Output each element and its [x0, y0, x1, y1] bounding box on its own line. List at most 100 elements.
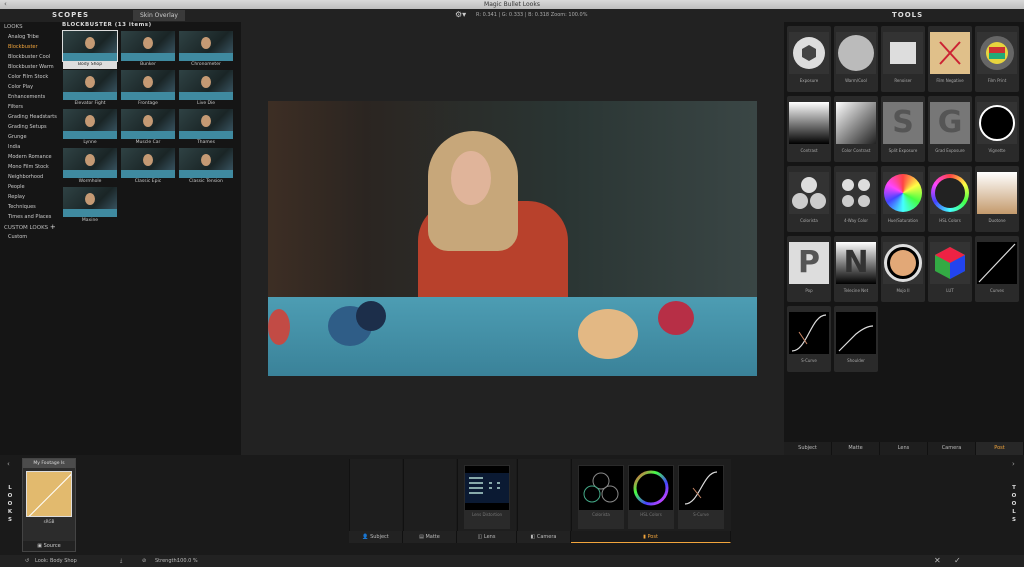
category-item[interactable]: Modern Romance — [0, 152, 60, 162]
category-item[interactable]: Blockbuster — [0, 42, 60, 52]
look-thumbnail[interactable]: Wormhole — [63, 148, 117, 186]
tool-category-tabs: Subject Matte Lens Camera Post — [784, 442, 1024, 455]
category-item[interactable]: Analog Tribe — [0, 32, 60, 42]
stack-tab[interactable]: ◧ Camera — [517, 531, 571, 543]
tool-label: Pop — [805, 288, 813, 293]
hsl-colors-icon — [930, 172, 970, 214]
side-letter: O — [1011, 501, 1017, 507]
look-preview-image — [121, 31, 175, 61]
look-thumbnail[interactable]: Lynne — [63, 109, 117, 147]
film-print-icon — [977, 32, 1017, 74]
stack-tab[interactable]: ◫ Lens — [457, 531, 517, 543]
tool-s-curve[interactable]: S-Curve — [787, 306, 831, 372]
tool-color-contrast[interactable]: Color Contrast — [834, 96, 878, 162]
footage-source-card[interactable]: My Footage Is sRGB ▣ Source — [22, 458, 76, 552]
tools-label: TOOLS — [892, 11, 924, 19]
category-item[interactable]: Mono Film Stock — [0, 162, 60, 172]
contrast-icon — [789, 102, 829, 144]
tools-side-tab[interactable]: › TOOLS — [1004, 455, 1024, 555]
save-look-icon[interactable]: ⤓ — [120, 555, 122, 567]
stack-tool-s-curve[interactable]: S-Curve — [678, 465, 724, 529]
stack-tool-lens-distortion[interactable]: Lens Distortion — [464, 465, 510, 529]
category-item[interactable]: Grunge — [0, 132, 60, 142]
look-thumbnail[interactable]: Muscle Car — [121, 109, 175, 147]
category-item[interactable]: Filters — [0, 102, 60, 112]
tool-film-negative[interactable]: Film Negative — [928, 26, 972, 92]
look-thumbnail[interactable]: Classic Epic — [121, 148, 175, 186]
category-item[interactable]: Color Film Stock — [0, 72, 60, 82]
reset-icon[interactable]: ↺ — [25, 555, 29, 567]
tool-mojo[interactable]: Mojo II — [881, 236, 925, 302]
category-item[interactable]: Blockbuster Cool — [0, 52, 60, 62]
tool-tab[interactable]: Camera — [928, 442, 976, 455]
tool-grad-exposure[interactable]: G Grad Exposure — [928, 96, 972, 162]
tool-curves[interactable]: Curves — [975, 236, 1019, 302]
tool-tab[interactable]: Matte — [832, 442, 880, 455]
source-button[interactable]: ▣ Source — [23, 541, 75, 551]
cancel-icon[interactable]: ✕ — [934, 555, 941, 567]
stack-tool-colorista[interactable]: Colorista — [578, 465, 624, 529]
look-thumbnail[interactable]: Elevator Fight — [63, 70, 117, 108]
category-item[interactable]: Color Play — [0, 82, 60, 92]
add-custom-look-icon[interactable]: + — [50, 223, 56, 231]
tool-label: Mojo II — [896, 288, 910, 293]
look-thumbnail[interactable]: Chronometer — [179, 31, 233, 69]
tool-tab[interactable]: Lens — [880, 442, 928, 455]
category-item[interactable]: Times and Places — [0, 212, 60, 222]
tool-tab[interactable]: Subject — [784, 442, 832, 455]
tool-film-print[interactable]: Film Print — [975, 26, 1019, 92]
stack-tool-hsl-colors[interactable]: HSL Colors — [628, 465, 674, 529]
tool-colorista[interactable]: Colorista — [787, 166, 831, 232]
tool-shoulder[interactable]: Shoulder — [834, 306, 878, 372]
tool-warm-cool[interactable]: Warm/Cool — [834, 26, 878, 92]
scopes-label[interactable]: SCOPES — [52, 11, 89, 19]
image-viewer[interactable] — [241, 22, 784, 455]
category-item[interactable]: Techniques — [0, 202, 60, 212]
strength-icon[interactable]: ⊘ — [142, 555, 146, 567]
category-item[interactable]: Grading Setups — [0, 122, 60, 132]
chevron-right-icon[interactable]: › — [1012, 460, 1015, 468]
category-item[interactable]: Grading Headstarts — [0, 112, 60, 122]
category-item[interactable]: Enhancements — [0, 92, 60, 102]
look-thumbnail[interactable]: Thames — [179, 109, 233, 147]
tool-tab[interactable]: Post — [976, 442, 1024, 455]
stack-tab[interactable]: ▮ Post — [571, 531, 731, 543]
tool-hsl-colors[interactable]: HSL Colors — [928, 166, 972, 232]
tool-pop[interactable]: P Pop — [787, 236, 831, 302]
look-thumbnail-label: Wormhole — [78, 179, 102, 184]
tool-lut[interactable]: LUT — [928, 236, 972, 302]
stack-tab[interactable]: ▤ Matte — [403, 531, 457, 543]
gear-icon[interactable]: ⚙▾ — [455, 10, 466, 19]
category-item[interactable]: India — [0, 142, 60, 152]
look-thumbnail[interactable]: Bunker — [121, 31, 175, 69]
tool-split-exposure[interactable]: S Split Exposure — [881, 96, 925, 162]
look-thumbnail[interactable]: Body Shop — [62, 30, 118, 69]
tool-telecine-net[interactable]: N Telecine Net — [834, 236, 878, 302]
tool-four-way-color[interactable]: 4-Way Color — [834, 166, 878, 232]
tool-duotone[interactable]: Duotone — [975, 166, 1019, 232]
strength-value[interactable]: 100.0 % — [177, 555, 198, 567]
tool-vignette[interactable]: Vignette — [975, 96, 1019, 162]
look-thumbnail[interactable]: Maxine — [63, 187, 117, 225]
look-thumbnail[interactable]: Live Die — [179, 70, 233, 108]
category-item[interactable]: Neighborhood — [0, 172, 60, 182]
stack-tab[interactable]: 👤 Subject — [349, 531, 403, 543]
tool-hue-saturation[interactable]: Hue/Saturation — [881, 166, 925, 232]
app-window: ‹ Magic Bullet Looks SCOPES Skin Overlay… — [0, 0, 1024, 567]
tool-renoiser[interactable]: Renoiser — [881, 26, 925, 92]
category-item-custom[interactable]: Custom — [0, 232, 60, 242]
stack-tool-label: HSL Colors — [640, 512, 662, 517]
category-item[interactable]: Blockbuster Warm — [0, 62, 60, 72]
confirm-check-icon[interactable]: ✓ — [954, 555, 961, 567]
tool-contrast[interactable]: Contrast — [787, 96, 831, 162]
category-item[interactable]: People — [0, 182, 60, 192]
look-thumbnail[interactable]: Frontage — [121, 70, 175, 108]
look-preview-image — [121, 70, 175, 100]
chevron-left-icon[interactable]: ‹ — [7, 460, 10, 468]
back-chevron-icon[interactable]: ‹ — [4, 0, 7, 9]
look-thumbnail[interactable]: Classic Tension — [179, 148, 233, 186]
looks-side-tab[interactable]: ‹ LOOKS — [0, 455, 20, 555]
tool-exposure[interactable]: Exposure — [787, 26, 831, 92]
skin-overlay-button[interactable]: Skin Overlay — [133, 10, 185, 21]
category-item[interactable]: Replay — [0, 192, 60, 202]
